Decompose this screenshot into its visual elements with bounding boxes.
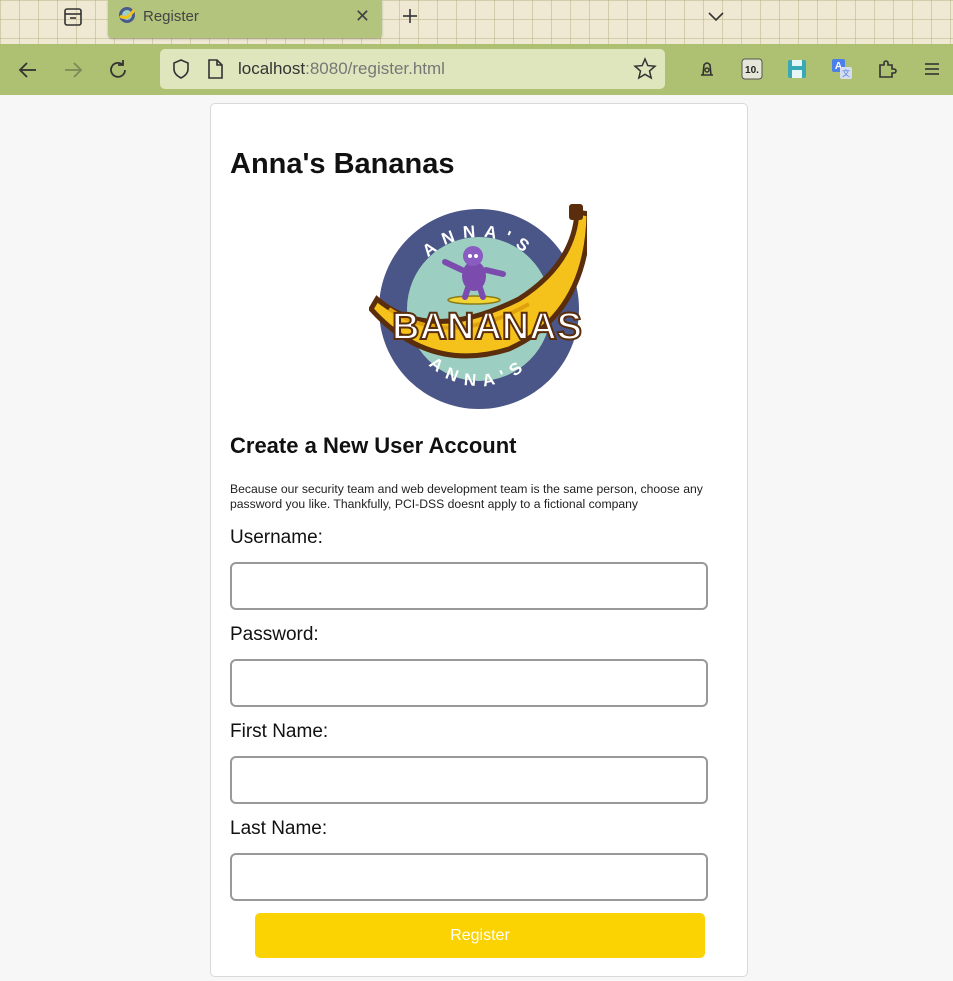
password-note: Because our security team and web develo… [230, 482, 703, 511]
first-name-input[interactable] [230, 756, 708, 804]
first-name-label: First Name: [230, 721, 329, 742]
register-button[interactable]: Register [255, 913, 705, 958]
annas-bananas-logo: ANNA'S ANNA'S BANANAS [369, 204, 587, 409]
section-title: Create a New User Account [230, 433, 517, 458]
shield-icon[interactable] [170, 58, 192, 85]
extension-counter-icon[interactable]: 10. [739, 56, 765, 82]
firefox-view-icon[interactable] [60, 5, 86, 29]
svg-text:文: 文 [842, 68, 850, 78]
close-tab-icon[interactable]: ✕ [355, 6, 370, 26]
page-info-icon[interactable] [205, 58, 225, 85]
tab-strip: Register ✕ [0, 0, 953, 44]
site-favicon-icon [119, 7, 136, 23]
svg-text:BANANAS: BANANAS [392, 306, 582, 348]
register-card: Anna's Bananas ANNA'S ANNA'S BANANAS Cre… [210, 103, 748, 977]
username-input[interactable] [230, 562, 708, 610]
last-name-label: Last Name: [230, 818, 328, 839]
last-name-input[interactable] [230, 853, 708, 901]
site-title: Anna's Bananas [230, 148, 455, 180]
reload-icon[interactable] [105, 57, 131, 83]
extensions-puzzle-icon[interactable] [874, 56, 900, 82]
tab-title: Register [143, 8, 199, 25]
url-text[interactable]: localhost:8080/register.html [238, 59, 445, 79]
chevron-down-icon[interactable] [704, 4, 728, 28]
save-icon[interactable] [784, 56, 810, 82]
extension-hat-icon[interactable] [694, 56, 720, 82]
forward-arrow-icon[interactable] [60, 57, 86, 83]
back-arrow-icon[interactable] [15, 57, 41, 83]
menu-hamburger-icon[interactable] [919, 56, 945, 82]
url-path: :8080/register.html [305, 59, 445, 78]
translate-icon[interactable]: A文 [829, 56, 855, 82]
bookmark-star-icon[interactable] [633, 57, 657, 86]
username-label: Username: [230, 527, 323, 548]
new-tab-icon[interactable] [398, 4, 422, 28]
tab-register[interactable]: Register ✕ [108, 0, 382, 38]
svg-text:10.: 10. [745, 65, 759, 76]
navigation-toolbar: localhost:8080/register.html 10. A文 [0, 44, 953, 95]
password-label: Password: [230, 624, 319, 645]
password-input[interactable] [230, 659, 708, 707]
address-bar[interactable]: localhost:8080/register.html [160, 49, 665, 89]
url-host: localhost [238, 59, 306, 78]
